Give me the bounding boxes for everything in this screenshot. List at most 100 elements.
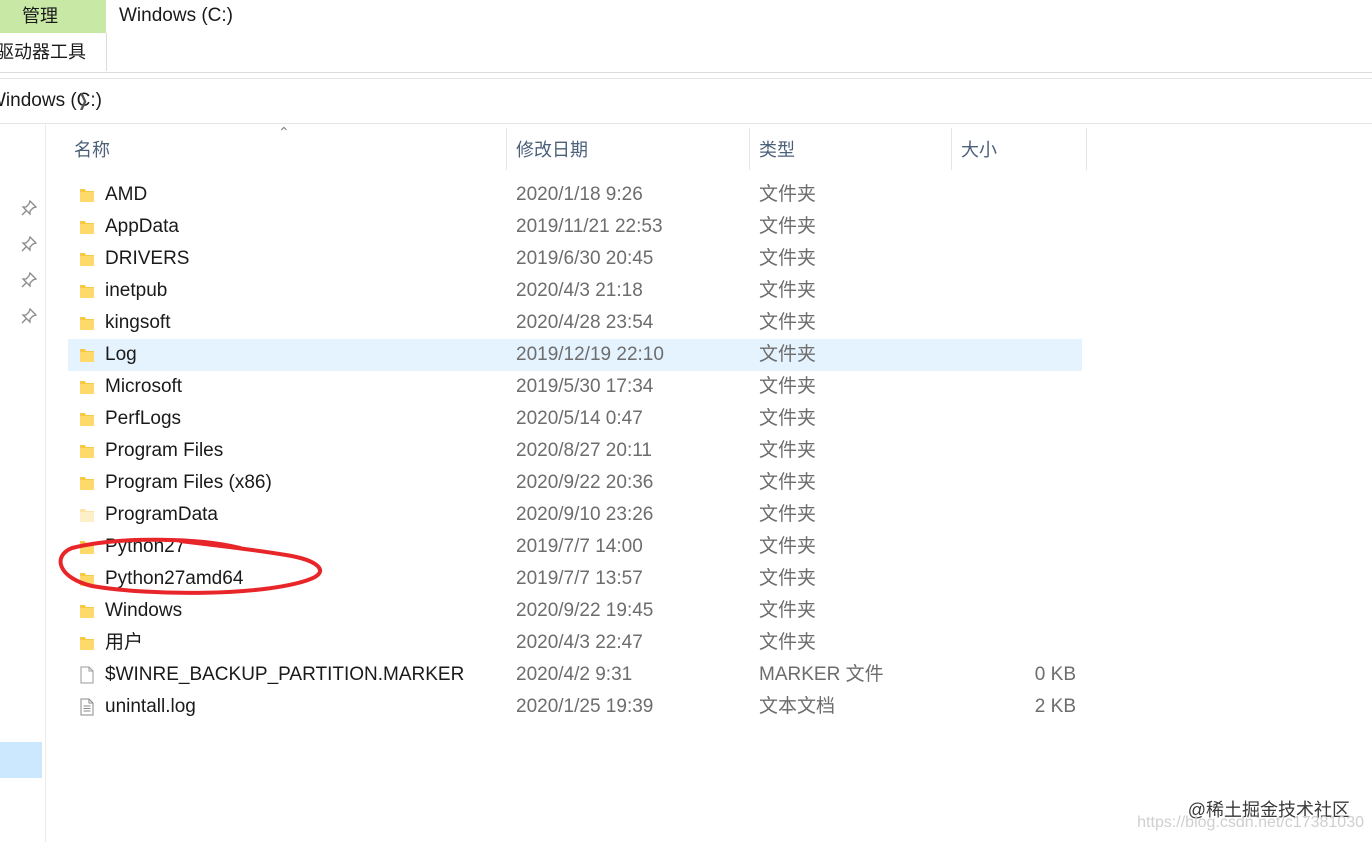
file-row[interactable]: Windows 2020/9/22 19:45 文件夹 (68, 595, 1082, 627)
folder-icon (79, 250, 95, 268)
file-date: 2020/4/28 23:54 (516, 312, 654, 333)
file-name: Python27 (105, 536, 186, 557)
file-date: 2020/1/25 19:39 (516, 696, 654, 717)
file-name: 用户 (105, 632, 144, 653)
column-header-name[interactable]: 名称 (74, 128, 110, 170)
file-type: 文件夹 (759, 568, 817, 589)
column-header-size[interactable]: 大小 (961, 128, 997, 170)
file-name: ProgramData (105, 504, 218, 525)
file-type: 文件夹 (759, 536, 817, 557)
file-row[interactable]: AMD 2020/1/18 9:26 文件夹 (68, 179, 1082, 211)
column-header-date[interactable]: 修改日期 (516, 128, 588, 170)
file-name: Program Files (105, 440, 224, 461)
file-name: Python27amd64 (105, 568, 244, 589)
navigation-pane (0, 123, 46, 842)
file-type: 文件夹 (759, 440, 817, 461)
pin-icon[interactable] (21, 235, 38, 252)
file-row[interactable]: ProgramData 2020/9/10 23:26 文件夹 (68, 499, 1082, 531)
pin-icon[interactable] (21, 271, 38, 288)
folder-icon (79, 634, 95, 652)
manage-tab[interactable]: 管理 (0, 0, 106, 33)
file-date: 2020/9/22 20:36 (516, 472, 654, 493)
file-name: Windows (105, 600, 183, 621)
file-size: 2 KB (1034, 696, 1076, 717)
folder-icon (79, 474, 95, 492)
file-row[interactable]: Microsoft 2019/5/30 17:34 文件夹 (68, 371, 1082, 403)
blank-file-icon (79, 666, 95, 684)
file-name: Microsoft (105, 376, 183, 397)
hidden-folder-icon (79, 506, 95, 524)
column-divider[interactable] (749, 128, 750, 170)
ribbon: 管理 驱动器工具 Windows (C:) (0, 0, 1372, 73)
file-type: 文件夹 (759, 312, 817, 333)
sort-ascending-icon: ⌃ (278, 124, 290, 140)
file-type: 文件夹 (759, 280, 817, 301)
file-date: 2019/7/7 14:00 (516, 536, 643, 557)
file-type: 文件夹 (759, 504, 817, 525)
file-row[interactable]: PerfLogs 2020/5/14 0:47 文件夹 (68, 403, 1082, 435)
folder-icon (79, 186, 95, 204)
file-row[interactable]: Python27 2019/7/7 14:00 文件夹 (68, 531, 1082, 563)
file-row[interactable]: AppData 2019/11/21 22:53 文件夹 (68, 211, 1082, 243)
file-name: unintall.log (105, 696, 196, 717)
file-row[interactable]: Program Files 2020/8/27 20:11 文件夹 (68, 435, 1082, 467)
file-date: 2019/7/7 13:57 (516, 568, 643, 589)
file-type: 文件夹 (759, 472, 817, 493)
file-name: Log (105, 344, 137, 365)
file-name: PerfLogs (105, 408, 182, 429)
pin-icon[interactable] (21, 307, 38, 324)
column-header-type[interactable]: 类型 (759, 128, 795, 170)
file-size: 0 KB (1034, 664, 1076, 685)
file-date: 2020/1/18 9:26 (516, 184, 643, 205)
file-type: 文件夹 (759, 216, 817, 237)
file-name: $WINRE_BACKUP_PARTITION.MARKER (105, 664, 465, 685)
column-divider[interactable] (951, 128, 952, 170)
file-row[interactable]: $WINRE_BACKUP_PARTITION.MARKER 2020/4/2 9… (68, 659, 1082, 691)
file-row[interactable]: unintall.log 2020/1/25 19:39 文本文档 2 KB (68, 691, 1082, 723)
file-date: 2020/9/22 19:45 (516, 600, 654, 621)
folder-icon (79, 218, 95, 236)
folder-icon (79, 410, 95, 428)
text-file-icon (79, 698, 95, 716)
column-divider[interactable] (506, 128, 507, 170)
chevron-right-icon[interactable]: ❯ (78, 91, 88, 111)
folder-icon (79, 378, 95, 396)
file-row[interactable]: inetpub 2020/4/3 21:18 文件夹 (68, 275, 1082, 307)
file-row[interactable]: DRIVERS 2019/6/30 20:45 文件夹 (68, 243, 1082, 275)
file-type: 文件夹 (759, 344, 817, 365)
address-bar[interactable]: Windows (C:) ❯ (0, 78, 1372, 124)
file-name: kingsoft (105, 312, 171, 333)
file-date: 2019/12/19 22:10 (516, 344, 664, 365)
folder-icon (79, 602, 95, 620)
file-name: AppData (105, 216, 179, 237)
file-date: 2019/11/21 22:53 (516, 216, 663, 237)
file-type: 文件夹 (759, 184, 817, 205)
watermark-url: https://blog.csdn.net/c17381030 (1137, 814, 1364, 831)
nav-item-selected[interactable] (0, 742, 42, 778)
folder-icon (79, 282, 95, 300)
file-date: 2019/6/30 20:45 (516, 248, 654, 269)
file-row[interactable]: Log 2019/12/19 22:10 文件夹 (68, 339, 1082, 371)
window-title: Windows (C:) (119, 5, 234, 26)
file-type: 文本文档 (759, 696, 836, 717)
drive-tools-tab-label: 驱动器工具 (0, 42, 86, 62)
folder-icon (79, 538, 95, 556)
folder-icon (79, 570, 95, 588)
drive-tools-tab[interactable]: 驱动器工具 (0, 33, 107, 71)
file-type: 文件夹 (759, 376, 817, 397)
folder-icon (79, 442, 95, 460)
file-type: 文件夹 (759, 248, 817, 269)
pin-icon[interactable] (21, 199, 38, 216)
manage-tab-label: 管理 (22, 6, 58, 26)
folder-icon (79, 314, 95, 332)
column-divider[interactable] (1086, 128, 1087, 170)
file-date: 2020/4/2 9:31 (516, 664, 633, 685)
file-row[interactable]: kingsoft 2020/4/28 23:54 文件夹 (68, 307, 1082, 339)
file-name: AMD (105, 184, 148, 205)
file-date: 2020/8/27 20:11 (516, 440, 652, 461)
file-date: 2019/5/30 17:34 (516, 376, 654, 397)
file-row[interactable]: Program Files (x86) 2020/9/22 20:36 文件夹 (68, 467, 1082, 499)
file-type: 文件夹 (759, 632, 817, 653)
file-row[interactable]: 用户 2020/4/3 22:47 文件夹 (68, 627, 1082, 659)
file-row[interactable]: Python27amd64 2019/7/7 13:57 文件夹 (68, 563, 1082, 595)
